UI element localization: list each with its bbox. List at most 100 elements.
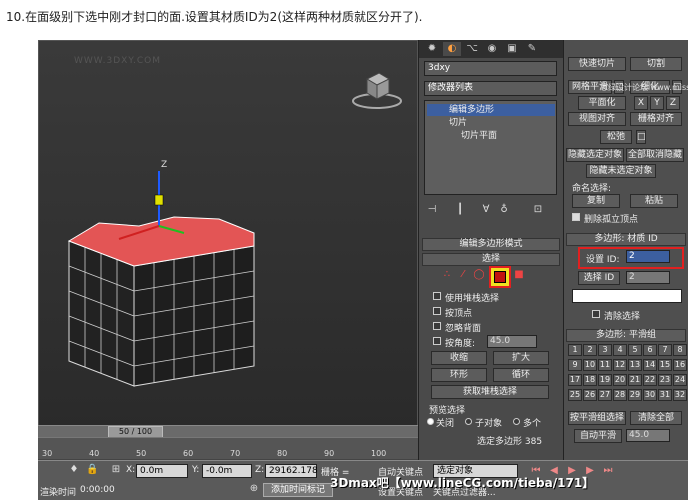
preview-multi-radio[interactable]: [513, 418, 520, 425]
go-to-end-icon[interactable]: ⏭: [602, 465, 614, 477]
smoothing-group-button[interactable]: 31: [658, 389, 672, 401]
smoothing-group-button[interactable]: 23: [658, 374, 672, 386]
stack-item-slice[interactable]: 切片: [427, 117, 467, 129]
motion-tab-icon[interactable]: ◉: [483, 42, 501, 56]
smoothing-group-button[interactable]: 21: [628, 374, 642, 386]
vertex-mode-icon[interactable]: ∴: [441, 269, 453, 281]
by-angle-checkbox[interactable]: [433, 337, 441, 345]
smoothing-group-button[interactable]: 1: [568, 344, 582, 356]
smoothing-group-button[interactable]: 12: [613, 359, 627, 371]
y-coordinate-field[interactable]: -0.0m: [202, 464, 252, 478]
x-coordinate-field[interactable]: 0.0m: [136, 464, 188, 478]
remove-modifier-icon[interactable]: ♁: [498, 204, 510, 216]
z-coordinate-field[interactable]: 29162.178: [265, 464, 318, 478]
get-stack-selection-button[interactable]: 获取堆栈选择: [431, 385, 549, 399]
smoothing-group-button[interactable]: 14: [643, 359, 657, 371]
smoothing-group-button[interactable]: 10: [583, 359, 597, 371]
shrink-button[interactable]: 收缩: [431, 351, 487, 365]
grid-align-button[interactable]: 栅格对齐: [630, 112, 682, 126]
lock-icon[interactable]: 🔒: [86, 464, 98, 476]
smoothing-group-button[interactable]: 16: [673, 359, 687, 371]
create-tab-icon[interactable]: ✹: [423, 42, 441, 56]
object-name-field[interactable]: 3dxy: [424, 61, 557, 76]
hide-selected-button[interactable]: 隐藏选定对象: [566, 148, 624, 162]
smoothing-group-button[interactable]: 22: [643, 374, 657, 386]
make-unique-icon[interactable]: ∀: [480, 204, 492, 216]
material-name-dropdown[interactable]: [572, 289, 682, 303]
smoothing-group-button[interactable]: 26: [583, 389, 597, 401]
smoothing-group-button[interactable]: 3: [598, 344, 612, 356]
smoothing-group-button[interactable]: 25: [568, 389, 582, 401]
paste-button[interactable]: 粘贴: [630, 194, 678, 208]
smoothing-group-button[interactable]: 4: [613, 344, 627, 356]
hide-unselected-button[interactable]: 隐藏未选定对象: [586, 164, 656, 178]
smoothing-group-button[interactable]: 20: [613, 374, 627, 386]
smoothing-group-button[interactable]: 18: [583, 374, 597, 386]
smoothing-group-button[interactable]: 8: [673, 344, 687, 356]
smoothing-group-button[interactable]: 24: [673, 374, 687, 386]
use-stack-selection-checkbox[interactable]: [433, 292, 441, 300]
key-icon[interactable]: ♦: [68, 464, 80, 476]
relax-button[interactable]: 松弛: [600, 130, 632, 144]
clear-selection-checkbox[interactable]: [592, 310, 600, 318]
select-id-button[interactable]: 选择 ID: [578, 271, 620, 285]
viewcube-icon[interactable]: [349, 61, 409, 111]
smoothing-group-button[interactable]: 2: [583, 344, 597, 356]
ring-button[interactable]: 环形: [431, 368, 487, 382]
smoothing-group-button[interactable]: 6: [643, 344, 657, 356]
smoothing-group-button[interactable]: 32: [673, 389, 687, 401]
modifier-list-dropdown[interactable]: 修改器列表: [424, 81, 557, 96]
building-model[interactable]: Z: [59, 151, 269, 391]
by-vertex-checkbox[interactable]: [433, 307, 441, 315]
auto-smooth-button[interactable]: 自动平滑: [574, 429, 622, 443]
smoothing-groups-rollout[interactable]: 多边形: 平滑组: [566, 329, 686, 342]
quick-slice-button[interactable]: 快速切片: [568, 57, 626, 71]
smoothing-group-button[interactable]: 11: [598, 359, 612, 371]
smoothing-group-button[interactable]: 17: [568, 374, 582, 386]
smoothing-group-button[interactable]: 5: [628, 344, 642, 356]
smoothing-group-button[interactable]: 13: [628, 359, 642, 371]
loop-button[interactable]: 循环: [493, 368, 549, 382]
show-end-result-icon[interactable]: ┃: [454, 204, 466, 216]
material-ids-rollout[interactable]: 多边形: 材质 ID: [566, 233, 686, 246]
time-tag-icon[interactable]: ⊕: [248, 483, 260, 495]
modify-tab-icon[interactable]: ◐: [443, 42, 461, 56]
smoothing-group-button[interactable]: 28: [613, 389, 627, 401]
view-align-button[interactable]: 视图对齐: [568, 112, 626, 126]
edge-mode-icon[interactable]: ⁄: [457, 269, 469, 281]
smoothing-group-button[interactable]: 19: [598, 374, 612, 386]
clear-all-button[interactable]: 清除全部: [630, 411, 682, 425]
modifier-stack[interactable]: 编辑多边形 切片 切片平面: [424, 100, 557, 195]
add-time-tag-button[interactable]: 添加时间标记: [263, 483, 333, 497]
make-planar-button[interactable]: 平面化: [578, 96, 626, 110]
grow-button[interactable]: 扩大: [493, 351, 549, 365]
cut-button[interactable]: 切割: [630, 57, 682, 71]
ignore-backfacing-checkbox[interactable]: [433, 322, 441, 330]
border-mode-icon[interactable]: ◯: [473, 269, 485, 281]
utilities-tab-icon[interactable]: ✎: [523, 42, 541, 56]
pin-stack-icon[interactable]: ⊣: [426, 204, 438, 216]
configure-sets-icon[interactable]: ⊡: [532, 204, 544, 216]
absolute-mode-icon[interactable]: ⊞: [110, 464, 122, 476]
stack-item-slice-plane[interactable]: 切片平面: [427, 130, 497, 142]
angle-spinner[interactable]: 45.0: [487, 335, 537, 348]
smoothing-group-button[interactable]: 15: [658, 359, 672, 371]
select-id-spinner[interactable]: 2: [626, 271, 670, 284]
smoothing-group-button[interactable]: 27: [598, 389, 612, 401]
planar-y-button[interactable]: Y: [650, 96, 664, 110]
smoothing-group-button[interactable]: 30: [643, 389, 657, 401]
stack-item-edit-poly[interactable]: 编辑多边形: [427, 104, 555, 116]
auto-smooth-spinner[interactable]: 45.0: [626, 429, 670, 442]
set-id-spinner[interactable]: 2: [626, 250, 670, 263]
relax-settings-icon[interactable]: □: [636, 130, 646, 144]
polygon-mode-button[interactable]: [489, 266, 511, 288]
planar-x-button[interactable]: X: [634, 96, 648, 110]
smoothing-group-button[interactable]: 7: [658, 344, 672, 356]
time-slider-track[interactable]: 50 / 100: [38, 425, 418, 438]
smoothing-group-button[interactable]: 29: [628, 389, 642, 401]
edit-poly-mode-rollout[interactable]: 编辑多边形模式: [422, 238, 560, 251]
select-by-sg-button[interactable]: 按平滑组选择: [568, 411, 626, 425]
copy-button[interactable]: 复制: [572, 194, 620, 208]
display-tab-icon[interactable]: ▣: [503, 42, 521, 56]
perspective-viewport[interactable]: WWW.3DXY.COM Z: [38, 40, 418, 435]
